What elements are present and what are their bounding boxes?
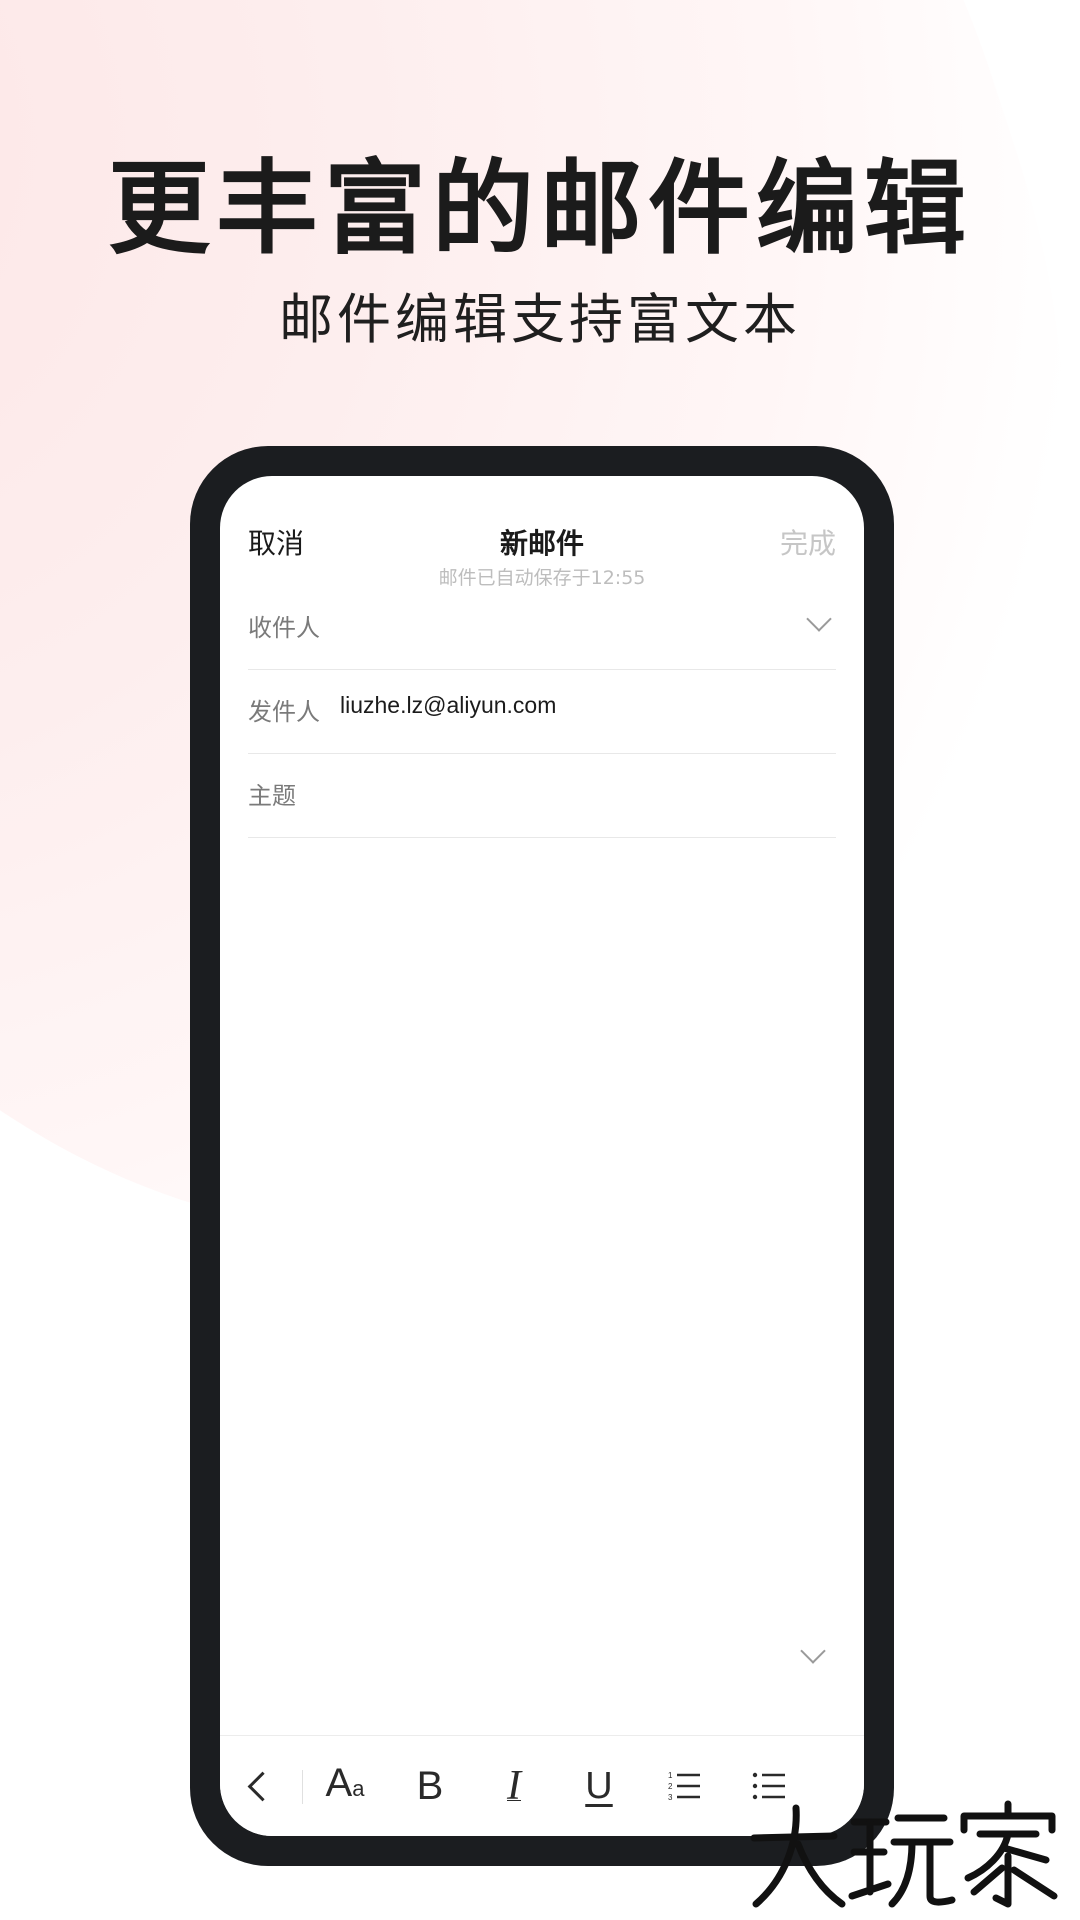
chevron-down-icon[interactable] [806, 606, 832, 632]
underline-button[interactable]: U [569, 1756, 629, 1816]
phone-frame: 取消 新邮件 邮件已自动保存于12:55 完成 收件人 发件人 liuzhe.l… [190, 446, 894, 1866]
subject-field[interactable]: 主题 [248, 754, 836, 838]
toolbar-divider [302, 1770, 303, 1804]
from-label: 发件人 [248, 698, 320, 726]
promo-headline: 更丰富的邮件编辑 [108, 150, 972, 269]
ordered-list-icon: 1 2 3 [668, 1771, 700, 1802]
body-editor[interactable] [248, 838, 836, 1598]
collapse-toolbar-chevron-icon[interactable] [800, 1638, 826, 1664]
to-field[interactable]: 收件人 [248, 586, 836, 670]
from-value: liuzhe.lz@aliyun.com [340, 692, 557, 718]
font-size-button[interactable]: Aa [315, 1756, 375, 1816]
compose-title: 新邮件 [499, 527, 584, 560]
toolbar-back-button[interactable] [232, 1756, 292, 1816]
bold-button[interactable]: B [400, 1756, 460, 1816]
svg-text:3: 3 [668, 1793, 673, 1802]
underline-icon: U [585, 1764, 613, 1807]
italic-button[interactable]: I [484, 1756, 544, 1816]
svg-text:1: 1 [668, 1771, 673, 1780]
subject-label: 主题 [248, 782, 296, 810]
svg-text:2: 2 [668, 1782, 673, 1791]
bullet-list-icon [752, 1772, 785, 1800]
watermark-logo [750, 1800, 1058, 1908]
text-size-icon: Aa [325, 1761, 365, 1805]
done-button[interactable]: 完成 [780, 522, 836, 562]
italic-icon: I [507, 1763, 521, 1809]
bold-icon: B [416, 1763, 444, 1808]
compose-screen: 取消 新邮件 邮件已自动保存于12:55 完成 收件人 发件人 liuzhe.l… [220, 476, 864, 1836]
promo-subheadline: 邮件编辑支持富文本 [279, 288, 801, 351]
from-field[interactable]: 发件人 liuzhe.lz@aliyun.com [248, 670, 836, 754]
chevron-left-icon [247, 1771, 277, 1801]
to-label: 收件人 [248, 614, 320, 642]
ordered-list-button[interactable]: 1 2 3 [654, 1756, 714, 1816]
